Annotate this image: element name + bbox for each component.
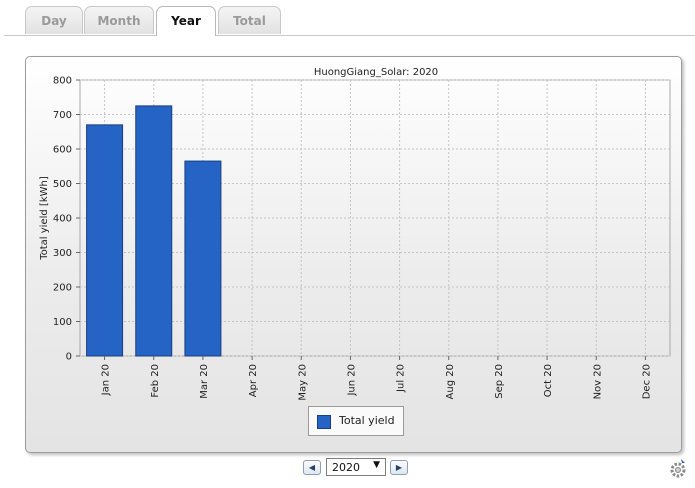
y-tick-label: 0 [66,352,72,363]
y-tick-label: 300 [53,248,72,259]
x-tick-label: Dec 20 [641,364,652,399]
chevron-down-icon: ▼ [373,460,380,470]
prev-year-button[interactable]: ◀ [303,460,321,475]
x-tick-label: Feb 20 [150,364,161,398]
y-tick-label: 100 [53,317,72,328]
x-tick-label: Apr 20 [248,364,259,397]
year-select-value: 2020 [332,461,360,474]
legend-label: Total yield [339,414,395,427]
x-tick-label: Sep 20 [494,364,505,399]
y-tick-label: 600 [53,145,72,156]
legend-swatch [317,415,331,429]
x-tick-label: Aug 20 [445,364,456,399]
bar-jan-20 [86,124,124,357]
y-tick-label: 500 [53,179,72,190]
y-tick-label: 700 [53,110,72,121]
year-select[interactable]: 2020 ▼ [326,458,386,476]
left-arrow-icon: ◀ [308,463,316,472]
chart-legend: Total yield [308,406,404,436]
x-tick-label: Oct 20 [543,364,554,397]
chart-title: HuongGiang_Solar: 2020 [314,67,438,78]
x-tick-label: May 20 [297,364,308,401]
right-arrow-icon: ▶ [395,463,403,472]
x-tick-label: Mar 20 [199,364,210,399]
bar-feb-20 [135,105,173,357]
x-tick-label: Nov 20 [592,364,603,399]
x-tick-label: Jun 20 [346,364,357,397]
bar-mar-20 [184,160,222,357]
x-tick-label: Jan 20 [101,364,112,396]
y-tick-label: 800 [53,76,72,87]
tab-year[interactable]: Year [156,6,216,36]
next-year-button[interactable]: ▶ [390,460,408,475]
y-tick-label: 200 [53,283,72,294]
y-tick-label: 400 [53,214,72,225]
x-tick-label: Jul 20 [396,364,407,393]
gear-icon[interactable] [667,457,689,479]
y-axis-label: Total yield [kWh] [39,176,50,261]
